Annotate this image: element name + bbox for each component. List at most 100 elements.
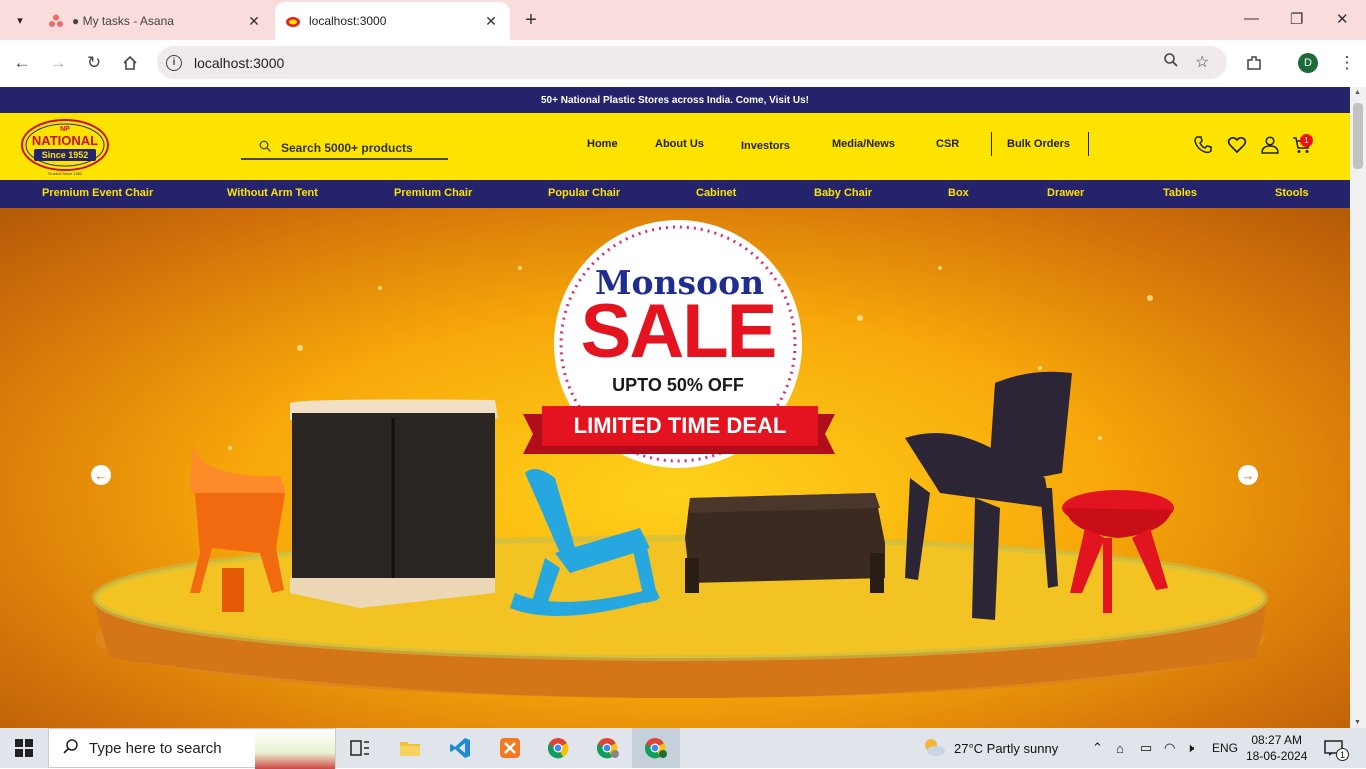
asana-icon bbox=[48, 13, 64, 29]
clock[interactable]: 08:27 AM 18-06-2024 bbox=[1246, 728, 1307, 768]
logo-since: Since 1952 bbox=[42, 150, 89, 160]
clock-time: 08:27 AM bbox=[1251, 733, 1303, 747]
close-tab-icon[interactable]: ✕ bbox=[245, 13, 263, 30]
chrome-profile-icon[interactable] bbox=[584, 728, 632, 768]
close-tab-icon[interactable]: ✕ bbox=[482, 13, 500, 30]
wishlist-heart-icon[interactable] bbox=[1227, 135, 1247, 161]
category-premium-event-chair[interactable]: Premium Event Chair bbox=[42, 187, 153, 199]
show-hidden-icons-icon[interactable]: ⌃ bbox=[1092, 728, 1103, 768]
weather-text: 27°C Partly sunny bbox=[954, 740, 1059, 756]
volume-muted-icon[interactable]: 🕨 bbox=[1186, 728, 1194, 768]
windows-start-icon[interactable] bbox=[0, 728, 48, 768]
nav-home[interactable]: Home bbox=[587, 138, 618, 150]
rattan-table-image bbox=[685, 493, 885, 593]
nav-divider bbox=[991, 132, 992, 156]
nav-csr[interactable]: CSR bbox=[936, 138, 959, 150]
tab-asana[interactable]: ● My tasks - Asana ✕ bbox=[38, 2, 273, 40]
scroll-down-icon[interactable]: ▼ bbox=[1354, 719, 1361, 726]
banner-ribbon-text: LIMITED TIME DEAL bbox=[573, 413, 787, 438]
notification-count-badge: 1 bbox=[1336, 748, 1349, 761]
nav-divider bbox=[1088, 132, 1089, 156]
new-tab-button[interactable]: + bbox=[520, 9, 542, 32]
banner-discount: UPTO 50% OFF bbox=[612, 375, 744, 395]
browser-toolbar: ← → ↻ i localhost:3000 ☆ D ⋮ bbox=[0, 40, 1366, 86]
reload-icon[interactable]: ↻ bbox=[83, 52, 105, 74]
account-user-icon[interactable] bbox=[1260, 135, 1280, 161]
url-text: localhost:3000 bbox=[194, 54, 285, 71]
category-tables[interactable]: Tables bbox=[1163, 187, 1197, 199]
wifi-icon[interactable]: ◠ bbox=[1164, 728, 1175, 768]
tab-title: ● My tasks - Asana bbox=[72, 14, 174, 28]
windows-taskbar: Type here to search 27°C Partly sunny ⌃ … bbox=[0, 728, 1366, 769]
carousel-next-arrow-icon[interactable]: → bbox=[1238, 465, 1258, 485]
category-without-arm-tent[interactable]: Without Arm Tent bbox=[227, 187, 318, 199]
category-premium-chair[interactable]: Premium Chair bbox=[394, 187, 472, 199]
notifications-icon[interactable]: 1 bbox=[1324, 728, 1349, 768]
logo-np: NP bbox=[60, 126, 70, 133]
category-nav: Premium Event Chair Without Arm Tent Pre… bbox=[0, 180, 1350, 208]
xampp-icon[interactable] bbox=[486, 728, 534, 768]
search-placeholder: Search 5000+ products bbox=[281, 140, 413, 155]
address-bar[interactable]: i localhost:3000 ☆ bbox=[157, 46, 1227, 79]
nav-bulk-orders[interactable]: Bulk Orders bbox=[1007, 138, 1070, 150]
tab-title: localhost:3000 bbox=[309, 14, 387, 28]
minimize-icon[interactable]: — bbox=[1244, 10, 1259, 27]
taskbar-search[interactable]: Type here to search bbox=[48, 728, 336, 769]
site-info-icon[interactable]: i bbox=[166, 54, 182, 71]
announcement-bar: 50+ National Plastic Stores across India… bbox=[0, 87, 1350, 113]
language-indicator[interactable]: ENG bbox=[1212, 728, 1238, 768]
browser-menu-icon[interactable]: ⋮ bbox=[1336, 52, 1358, 74]
category-drawer[interactable]: Drawer bbox=[1047, 187, 1084, 199]
cabinet-image bbox=[290, 399, 498, 608]
banner-sale: SALE bbox=[580, 289, 778, 374]
tab-localhost[interactable]: localhost:3000 ✕ bbox=[275, 2, 510, 40]
back-icon[interactable]: ← bbox=[11, 52, 33, 74]
extensions-icon[interactable] bbox=[1243, 52, 1265, 74]
page-scrollbar[interactable]: ▲ ▼ bbox=[1350, 87, 1366, 728]
category-baby-chair[interactable]: Baby Chair bbox=[814, 187, 872, 199]
battery-icon[interactable]: ▭ bbox=[1140, 728, 1152, 768]
cart-count-badge: 1 bbox=[1300, 134, 1313, 147]
search-icon bbox=[63, 738, 79, 758]
nav-media-news[interactable]: Media/News bbox=[832, 138, 895, 150]
category-popular-chair[interactable]: Popular Chair bbox=[548, 187, 620, 199]
weather-widget[interactable]: 27°C Partly sunny bbox=[922, 728, 1058, 768]
file-explorer-icon[interactable] bbox=[386, 728, 434, 768]
forward-icon[interactable]: → bbox=[47, 52, 69, 74]
search-highlight-image bbox=[255, 729, 335, 769]
carousel-prev-arrow-icon[interactable]: ← bbox=[91, 465, 111, 485]
site-favicon-icon bbox=[285, 13, 301, 29]
close-window-icon[interactable]: ✕ bbox=[1336, 10, 1349, 28]
nav-about-us[interactable]: About Us bbox=[655, 138, 704, 150]
web-page: 50+ National Plastic Stores across India… bbox=[0, 87, 1350, 728]
home-icon[interactable] bbox=[119, 52, 141, 74]
taskbar-search-placeholder: Type here to search bbox=[89, 739, 222, 757]
category-stools[interactable]: Stools bbox=[1275, 187, 1309, 199]
bookmark-star-icon[interactable]: ☆ bbox=[1195, 52, 1209, 72]
partly-sunny-icon bbox=[922, 736, 946, 761]
site-header: NP NATIONAL Since 1952 Trusted Since 195… bbox=[0, 113, 1350, 180]
chrome-active-window-icon[interactable] bbox=[632, 728, 680, 768]
nav-investors[interactable]: Investors bbox=[741, 140, 790, 152]
hero-banner[interactable]: Monsoon SALE UPTO 50% OFF LIMITED TIME D… bbox=[0, 208, 1350, 728]
chrome-icon[interactable] bbox=[534, 728, 582, 768]
zoom-icon[interactable] bbox=[1163, 52, 1179, 73]
scroll-up-icon[interactable]: ▲ bbox=[1354, 89, 1361, 96]
category-cabinet[interactable]: Cabinet bbox=[696, 187, 736, 199]
meet-now-icon[interactable]: ⌂ bbox=[1116, 728, 1124, 768]
search-icon bbox=[259, 140, 272, 155]
product-search[interactable]: Search 5000+ products bbox=[241, 137, 448, 160]
logo-tagline: Trusted Since 1952 bbox=[48, 171, 83, 176]
phone-icon[interactable] bbox=[1193, 135, 1213, 161]
task-view-icon[interactable] bbox=[336, 728, 384, 768]
clock-date: 18-06-2024 bbox=[1246, 749, 1308, 763]
category-box[interactable]: Box bbox=[948, 187, 969, 199]
vscode-icon[interactable] bbox=[436, 728, 484, 768]
tab-search-dropdown-icon[interactable]: ▾ bbox=[8, 8, 32, 32]
national-logo[interactable]: NP NATIONAL Since 1952 Trusted Since 195… bbox=[20, 117, 110, 177]
profile-avatar[interactable]: D bbox=[1298, 53, 1318, 73]
logo-brand: NATIONAL bbox=[32, 133, 98, 148]
scrollbar-thumb[interactable] bbox=[1353, 103, 1363, 169]
browser-tab-strip: ▾ ● My tasks - Asana ✕ localhost:3000 ✕ … bbox=[0, 0, 1366, 40]
restore-icon[interactable]: ❐ bbox=[1290, 10, 1303, 28]
